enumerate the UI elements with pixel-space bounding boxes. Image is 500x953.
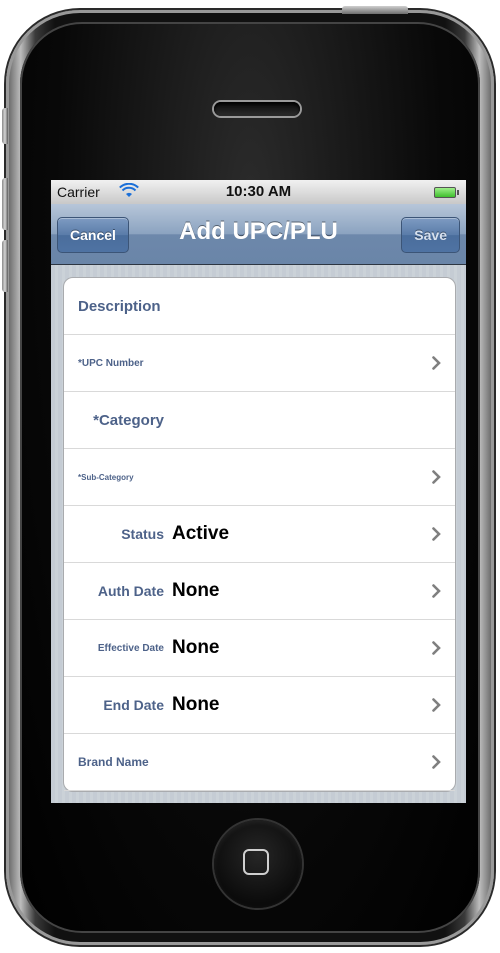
row-label: End Date xyxy=(103,697,164,713)
row-label: *Sub-Category xyxy=(78,472,134,482)
form-background: Description *UPC Number *Category *Sub-C… xyxy=(51,265,466,803)
earpiece-speaker xyxy=(214,102,300,116)
battery-icon xyxy=(434,187,459,198)
row-label: Description xyxy=(78,297,161,315)
effective-date-row[interactable]: Effective Date None xyxy=(64,620,455,677)
form-table: Description *UPC Number *Category *Sub-C… xyxy=(63,277,456,792)
end-date-value: None xyxy=(172,694,220,715)
chevron-right-icon xyxy=(432,641,441,655)
status-value: Active xyxy=(172,523,230,544)
row-label: Brand Name xyxy=(78,755,149,769)
auth-date-value: None xyxy=(172,580,220,601)
brand-name-row[interactable]: Brand Name xyxy=(64,734,455,791)
screen: Carrier 10:30 AM Cancel Add UPC/PLU Save… xyxy=(51,180,466,803)
volume-up-button xyxy=(2,178,8,230)
upc-number-row[interactable]: *UPC Number xyxy=(64,335,455,392)
row-label: *UPC Number xyxy=(78,357,144,369)
auth-date-row[interactable]: Auth Date None xyxy=(64,563,455,620)
chevron-right-icon xyxy=(432,356,441,370)
home-button[interactable] xyxy=(214,820,302,908)
row-label: Status xyxy=(121,526,164,542)
home-square-icon xyxy=(243,849,269,875)
status-bar: Carrier 10:30 AM xyxy=(51,180,466,204)
chevron-right-icon xyxy=(432,584,441,598)
end-date-row[interactable]: End Date None xyxy=(64,677,455,734)
mute-switch xyxy=(2,108,8,144)
status-time: 10:30 AM xyxy=(225,183,292,200)
chevron-right-icon xyxy=(432,470,441,484)
chevron-right-icon xyxy=(432,755,441,769)
description-row[interactable]: Description xyxy=(64,278,455,335)
sub-category-row[interactable]: *Sub-Category xyxy=(64,449,455,506)
effective-date-value: None xyxy=(172,637,220,658)
sleep-button xyxy=(342,6,408,14)
save-button[interactable]: Save xyxy=(401,217,460,253)
row-label: Effective Date xyxy=(97,642,164,654)
navigation-bar: Cancel Add UPC/PLU Save xyxy=(51,204,466,265)
volume-down-button xyxy=(2,240,8,292)
chevron-right-icon xyxy=(432,527,441,541)
status-row[interactable]: Status Active xyxy=(64,506,455,563)
row-label: Auth Date xyxy=(97,583,164,599)
category-row[interactable]: *Category xyxy=(64,392,455,449)
row-label: *Category xyxy=(93,411,164,429)
chevron-right-icon xyxy=(432,698,441,712)
